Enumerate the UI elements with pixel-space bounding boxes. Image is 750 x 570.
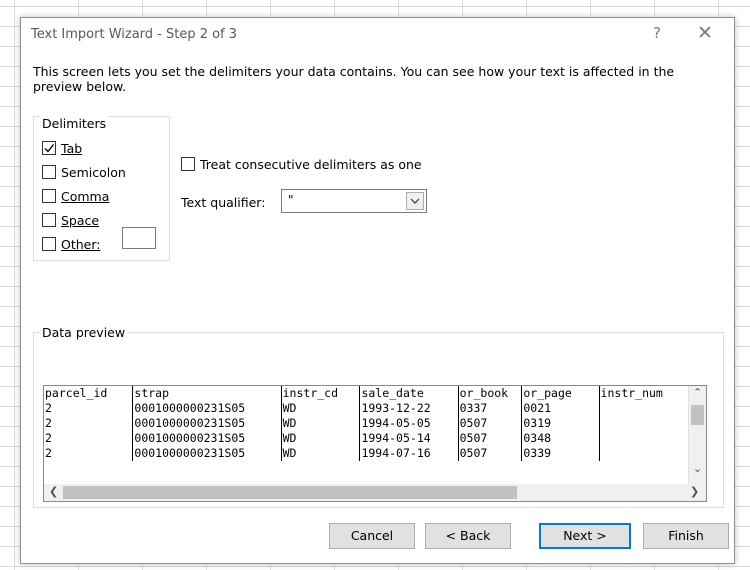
preview-cell: 2 <box>45 431 52 445</box>
preview-header-row: parcel_id strap instr_cd sale_date or_book or… <box>44 386 706 401</box>
preview-cell: 0001000000231S05 <box>132 431 282 446</box>
other-checkbox-row[interactable]: Other: <box>42 235 100 253</box>
preview-row: 20001000000231S05WD1994-07-160507033910 <box>44 446 706 461</box>
preview-column-header[interactable]: or_page <box>521 386 600 401</box>
preview-cell: 0001000000231S05 <box>132 401 282 416</box>
tab-checkbox[interactable] <box>42 141 56 155</box>
preview-table: parcel_id strap instr_cd sale_date or_book or… <box>44 386 706 461</box>
dropdown-button[interactable] <box>406 192 424 210</box>
space-checkbox-row[interactable]: Space <box>42 211 99 229</box>
preview-cell: 1994-07-16 <box>359 446 459 461</box>
finish-button[interactable]: Finish <box>643 523 729 549</box>
instructions-text: This screen lets you set the delimiters … <box>33 64 675 94</box>
preview-column-header[interactable]: or_book <box>457 386 522 401</box>
horizontal-scroll-thumb[interactable] <box>63 486 517 499</box>
preview-cell: WD <box>280 431 360 446</box>
preview-cell: WD <box>280 416 360 431</box>
vertical-scroll-thumb[interactable] <box>691 405 704 425</box>
scroll-down-icon[interactable]: ⌄ <box>693 462 702 475</box>
preview-cell: WD <box>280 401 360 416</box>
tab-checkbox-row[interactable]: Tab <box>42 139 82 157</box>
space-checkbox[interactable] <box>42 213 56 227</box>
other-delimiter-input[interactable] <box>122 227 156 249</box>
vertical-scrollbar[interactable]: ⌃ ⌄ <box>688 386 706 486</box>
preview-cell <box>598 446 689 461</box>
text-qualifier-select[interactable]: " <box>281 189 427 213</box>
preview-cell: 0021 <box>521 401 600 416</box>
preview-column-header[interactable]: parcel_id <box>44 386 133 401</box>
window-title: Text Import Wizard - Step 2 of 3 <box>31 27 238 42</box>
preview-row: 20001000000231S05WD1994-05-050507031910 <box>44 416 706 431</box>
preview-cell: 1994-05-14 <box>359 431 459 446</box>
other-checkbox[interactable] <box>42 237 56 251</box>
text-qualifier-label: Text qualifier: <box>181 195 266 210</box>
preview-column-header[interactable]: sale_date <box>359 386 459 401</box>
preview-column-header[interactable]: instr_num <box>598 386 689 401</box>
semicolon-checkbox[interactable] <box>42 165 56 179</box>
scroll-left-icon[interactable]: ❮ <box>49 485 58 498</box>
title-bar: Text Import Wizard - Step 2 of 3 ? ✕ <box>21 18 734 52</box>
chevron-down-icon <box>410 198 420 204</box>
preview-cell: 0339 <box>521 446 600 461</box>
preview-row: 20001000000231S05WD1994-05-140507034810 <box>44 431 706 446</box>
consecutive-delimiters-label: Treat consecutive delimiters as one <box>200 156 422 172</box>
back-button[interactable]: < Back <box>425 523 511 549</box>
checkmark-icon <box>44 144 55 153</box>
preview-column-header[interactable]: instr_cd <box>280 386 360 401</box>
preview-cell: 0319 <box>521 416 600 431</box>
delimiters-group: Delimiters Tab Semicolon Comma Space Oth… <box>33 116 170 261</box>
next-button[interactable]: Next > <box>539 523 631 549</box>
semicolon-label: Semicolon <box>61 164 126 180</box>
scroll-right-icon[interactable]: ❯ <box>690 485 699 498</box>
data-preview-group: Data preview parcel_id strap instr_cd sale_… <box>33 325 724 508</box>
preview-cell <box>598 401 689 416</box>
preview-cell: WD <box>280 446 360 461</box>
semicolon-checkbox-row[interactable]: Semicolon <box>42 163 126 181</box>
preview-cell: 0507 <box>457 446 522 461</box>
preview-cell: 1993-12-22 <box>359 401 459 416</box>
preview-cell: 2 <box>45 446 52 460</box>
text-qualifier-value: " <box>288 193 294 207</box>
comma-label: Comma <box>61 188 110 204</box>
preview-row: 20001000000231S05WD1993-12-220337002121 <box>44 401 706 416</box>
preview-cell: 2 <box>45 401 52 415</box>
space-label: Space <box>61 212 100 228</box>
preview-cell: 1994-05-05 <box>359 416 459 431</box>
cancel-button[interactable]: Cancel <box>329 523 415 549</box>
data-preview-box[interactable]: parcel_id strap instr_cd sale_date or_book or… <box>43 385 707 502</box>
preview-cell: 0337 <box>457 401 522 416</box>
preview-cell <box>598 431 689 446</box>
text-import-wizard-dialog: Text Import Wizard - Step 2 of 3 ? ✕ Thi… <box>20 17 735 564</box>
preview-cell: 0507 <box>457 431 522 446</box>
consecutive-delimiters-row[interactable]: Treat consecutive delimiters as one <box>181 155 422 173</box>
help-button[interactable]: ? <box>653 24 661 42</box>
horizontal-scrollbar[interactable]: ❮ ❯ <box>44 484 706 501</box>
close-icon[interactable]: ✕ <box>697 22 713 44</box>
data-preview-legend: Data preview <box>40 325 128 340</box>
comma-checkbox-row[interactable]: Comma <box>42 187 109 205</box>
preview-column-header[interactable]: strap <box>132 386 282 401</box>
preview-cell: 0001000000231S05 <box>132 446 282 461</box>
tab-label: Tab <box>61 140 83 156</box>
preview-cell: 0001000000231S05 <box>132 416 282 431</box>
other-label: Other: <box>61 236 101 252</box>
preview-cell: 0507 <box>457 416 522 431</box>
comma-checkbox[interactable] <box>42 189 56 203</box>
preview-cell: 2 <box>45 416 52 430</box>
preview-cell: 0348 <box>521 431 600 446</box>
delimiters-legend: Delimiters <box>40 116 109 131</box>
scroll-up-icon[interactable]: ⌃ <box>693 386 702 399</box>
preview-cell <box>598 416 689 431</box>
consecutive-delimiters-checkbox[interactable] <box>181 157 195 171</box>
